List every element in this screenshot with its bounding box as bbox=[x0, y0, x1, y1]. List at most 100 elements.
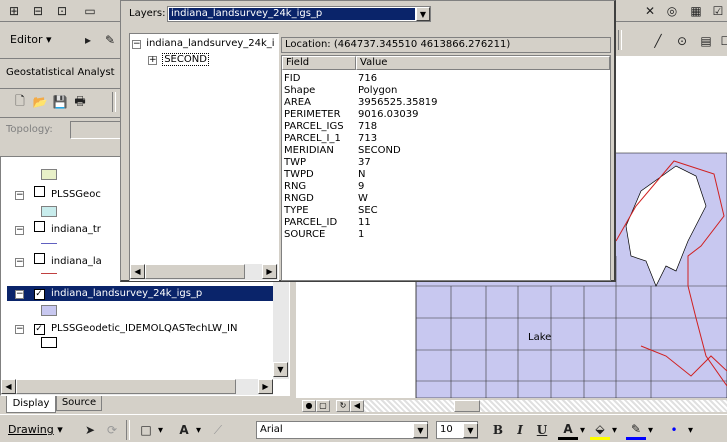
underline-button[interactable]: U bbox=[532, 420, 552, 440]
dropdown-arrow-icon[interactable]: ▾ bbox=[158, 425, 163, 436]
target-icon[interactable]: ⊙ bbox=[672, 31, 692, 51]
toc-item-indiana-tr[interactable]: − indiana_tr bbox=[15, 221, 101, 235]
tree-root[interactable]: − indiana_landsurvey_24k_i bbox=[132, 38, 275, 49]
sketch-tool-icon[interactable]: ✎ bbox=[100, 30, 120, 50]
scroll-right-icon[interactable]: ▶ bbox=[262, 264, 277, 279]
table-row[interactable]: TWPD N bbox=[282, 168, 440, 180]
scroll-thumb[interactable] bbox=[16, 379, 236, 394]
more-icon[interactable]: ☑ bbox=[708, 1, 727, 21]
zoom-full-icon[interactable]: ⊞ bbox=[4, 1, 24, 21]
editor-menu[interactable]: Editor ▾ bbox=[4, 31, 60, 49]
table-row[interactable]: TWP 37 bbox=[282, 156, 440, 168]
bold-button[interactable]: B bbox=[488, 420, 508, 440]
dropdown-arrow-icon[interactable]: ▾ bbox=[612, 425, 617, 436]
checkbox-checked-icon[interactable]: ✓ bbox=[33, 289, 45, 300]
font-size-select[interactable]: 10 ▼ bbox=[436, 421, 478, 439]
select-features-icon[interactable]: ▭ bbox=[80, 1, 100, 21]
checkbox-unchecked-icon[interactable] bbox=[33, 221, 45, 232]
table-row[interactable]: TYPE SEC bbox=[282, 204, 440, 216]
rectangle-icon[interactable]: □ bbox=[136, 420, 156, 440]
fill-color-icon[interactable]: ⬙ bbox=[590, 420, 610, 440]
table-row[interactable]: PARCEL_ID 11 bbox=[282, 216, 440, 228]
checkbox-checked-icon[interactable]: ✓ bbox=[33, 324, 45, 335]
toc-hscrollbar[interactable]: ◀ ▶ bbox=[1, 379, 273, 395]
scroll-left-icon[interactable]: ◀ bbox=[1, 379, 16, 394]
tree-hscrollbar[interactable]: ◀ ▶ bbox=[130, 264, 278, 280]
chevron-down-icon[interactable]: ▼ bbox=[416, 7, 430, 21]
table-icon[interactable]: ▤ bbox=[696, 31, 716, 51]
clear-selection-icon[interactable]: ✕ bbox=[640, 1, 660, 21]
dropdown-arrow-icon[interactable]: ▾ bbox=[648, 425, 653, 436]
scroll-left-button[interactable]: ◀ bbox=[350, 400, 364, 412]
expand-icon[interactable]: − bbox=[15, 290, 24, 299]
toc-item-indiana-la[interactable]: − indiana_la bbox=[15, 253, 102, 267]
dropdown-arrow-icon[interactable]: ▾ bbox=[196, 425, 201, 436]
dropdown-arrow-icon[interactable]: ▾ bbox=[580, 425, 585, 436]
col-header-value[interactable]: Value bbox=[356, 56, 610, 70]
identify-tree[interactable]: − indiana_landsurvey_24k_i + SECOND ◀ ▶ bbox=[129, 33, 279, 281]
layout-view-button[interactable]: ● bbox=[302, 400, 316, 412]
sketch-icon[interactable]: ╱ bbox=[648, 31, 668, 51]
save-icon[interactable]: 💾 bbox=[50, 92, 70, 112]
table-row[interactable]: RNG 9 bbox=[282, 180, 440, 192]
expand-icon[interactable]: + bbox=[148, 56, 157, 65]
editor-label: Editor bbox=[10, 33, 43, 46]
open-icon[interactable]: 📂 bbox=[30, 92, 50, 112]
layers-dropdown[interactable]: indiana_landsurvey_24k_igs_p ▼ bbox=[167, 6, 431, 22]
scroll-down-icon[interactable]: ▼ bbox=[273, 362, 288, 377]
chevron-down-icon[interactable]: ▼ bbox=[463, 423, 478, 438]
data-view-button[interactable]: ▢ bbox=[316, 400, 330, 412]
tab-source[interactable]: Source bbox=[56, 396, 102, 411]
map-scroll-thumb[interactable] bbox=[454, 400, 480, 412]
marker-color-icon[interactable]: • bbox=[664, 420, 684, 440]
font-name-select[interactable]: Arial ▼ bbox=[256, 421, 428, 439]
table-row[interactable]: RNGD W bbox=[282, 192, 440, 204]
font-color-icon[interactable]: A bbox=[558, 420, 578, 440]
toc-item-plssgeodetic[interactable]: − ✓ PLSSGeodetic_IDEMOLQASTechLW_IN bbox=[15, 321, 237, 335]
italic-button[interactable]: I bbox=[510, 420, 530, 440]
select-elements-icon[interactable]: ➤ bbox=[80, 420, 100, 440]
geostat-menu[interactable]: Geostatistical Analyst bbox=[6, 67, 120, 83]
checkbox-unchecked-icon[interactable] bbox=[33, 253, 45, 264]
new-text-icon[interactable]: A bbox=[174, 420, 194, 440]
expand-icon[interactable]: − bbox=[15, 325, 24, 334]
drawing-menu[interactable]: Drawing ▾ bbox=[8, 423, 63, 436]
rotate-icon[interactable]: ⟳ bbox=[102, 420, 122, 440]
table-row[interactable]: PARCEL_IGS 718 bbox=[282, 120, 440, 132]
tree-child[interactable]: + SECOND bbox=[148, 53, 209, 66]
attributes-icon[interactable]: ▦ bbox=[686, 1, 706, 21]
dropdown-arrow-icon[interactable]: ▾ bbox=[688, 425, 693, 436]
edit-vertices-icon[interactable]: ⟋ bbox=[208, 420, 228, 440]
col-header-field[interactable]: Field bbox=[282, 56, 356, 70]
scroll-left-icon[interactable]: ◀ bbox=[130, 264, 145, 279]
line-color-icon[interactable]: ✎ bbox=[626, 420, 646, 440]
checkbox-unchecked-icon[interactable] bbox=[33, 186, 45, 197]
table-row[interactable]: SOURCE 1 bbox=[282, 228, 440, 240]
tab-display[interactable]: Display bbox=[6, 396, 56, 413]
map-hscroll-track[interactable] bbox=[364, 400, 727, 412]
print-icon[interactable]: 🖶 bbox=[70, 92, 90, 112]
scroll-right-icon[interactable]: ▶ bbox=[258, 379, 273, 394]
toc-item-plssgeoc[interactable]: − PLSSGeoc bbox=[15, 186, 101, 200]
refresh-button[interactable]: ↻ bbox=[336, 400, 350, 412]
edit-tool-icon[interactable]: ▸ bbox=[78, 30, 98, 50]
edit-icon[interactable]: ☐ bbox=[716, 31, 727, 51]
table-row[interactable]: FID 716 bbox=[282, 72, 440, 84]
table-row[interactable]: AREA 3956525.35819 bbox=[282, 96, 440, 108]
expand-icon[interactable]: − bbox=[15, 226, 24, 235]
zoom-next-icon[interactable]: ⊡ bbox=[52, 1, 72, 21]
new-icon[interactable]: 🗋 bbox=[10, 92, 30, 112]
toc-item-indiana-landsurvey-selected[interactable]: − ✓ indiana_landsurvey_24k_igs_p bbox=[7, 286, 273, 301]
table-row[interactable]: MERIDIAN SECOND bbox=[282, 144, 440, 156]
table-row[interactable]: Shape Polygon bbox=[282, 84, 440, 96]
collapse-icon[interactable]: − bbox=[132, 40, 141, 49]
expand-icon[interactable]: − bbox=[15, 258, 24, 267]
scroll-thumb[interactable] bbox=[145, 264, 245, 279]
expand-icon[interactable]: − bbox=[15, 191, 24, 200]
table-row[interactable]: PERIMETER 9016.03039 bbox=[282, 108, 440, 120]
topology-dropdown[interactable] bbox=[70, 121, 122, 139]
chevron-down-icon[interactable]: ▼ bbox=[413, 423, 428, 438]
pan-icon[interactable]: ◎ bbox=[662, 1, 682, 21]
table-row[interactable]: PARCEL_I_1 713 bbox=[282, 132, 440, 144]
zoom-prev-icon[interactable]: ⊟ bbox=[28, 1, 48, 21]
